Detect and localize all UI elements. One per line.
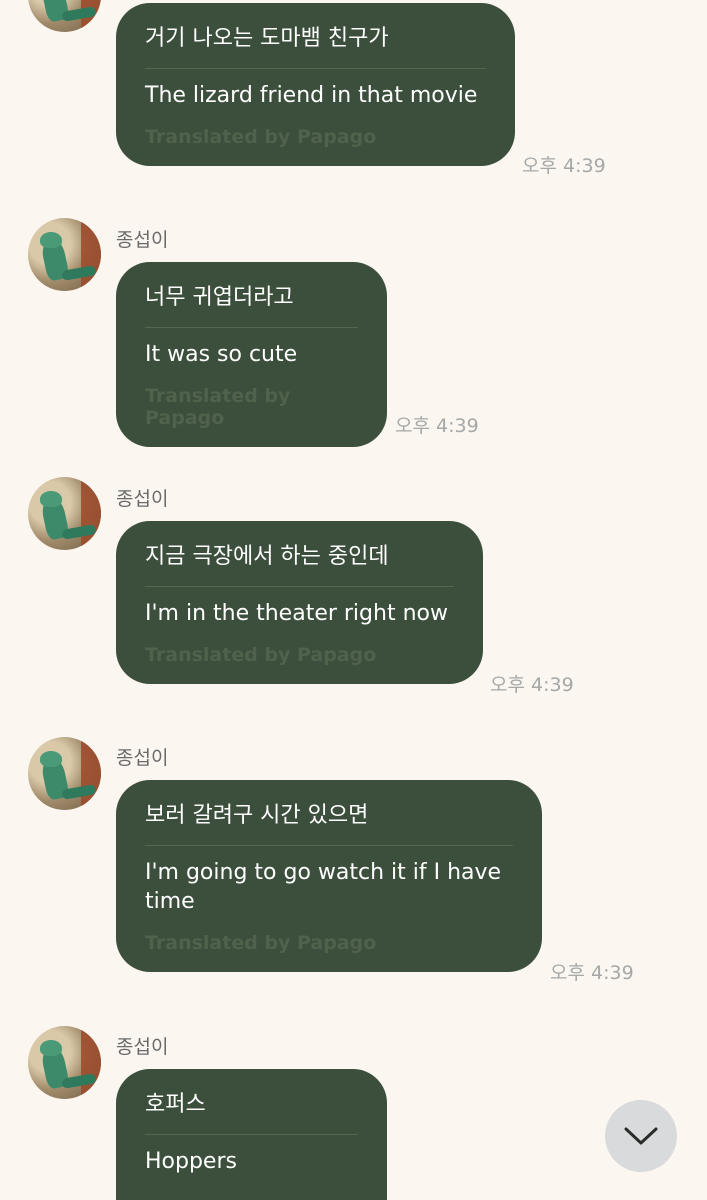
translated-text: Hoppers — [145, 1149, 237, 1174]
translation-credit: Translated by Papago — [145, 126, 377, 148]
translation-credit: Translated by Papago — [145, 385, 291, 429]
avatar[interactable] — [28, 737, 101, 810]
message-bubble[interactable]: 거기 나오는 도마뱀 친구가 The lizard friend in that… — [116, 3, 515, 166]
original-text: 보러 갈려구 시간 있으면 — [145, 803, 369, 828]
message-bubble[interactable]: 지금 극장에서 하는 중인데 I'm in the theater right … — [116, 521, 483, 684]
timestamp: 오후 4:39 — [550, 962, 634, 984]
avatar[interactable] — [28, 477, 101, 550]
sender-name: 종섭이 — [116, 488, 169, 510]
translated-text: The lizard friend in that movie — [145, 83, 478, 108]
sender-name: 종섭이 — [116, 1036, 169, 1058]
message-bubble[interactable]: 보러 갈려구 시간 있으면 I'm going to go watch it i… — [116, 780, 542, 972]
original-text: 호퍼스 — [145, 1092, 206, 1117]
chat-view[interactable]: 거기 나오는 도마뱀 친구가 The lizard friend in that… — [0, 0, 707, 1200]
original-text: 너무 귀엽더라고 — [145, 285, 294, 310]
translation-credit: Translated by Papago — [145, 932, 377, 954]
translated-text: I'm in the theater right now — [145, 601, 448, 626]
timestamp: 오후 4:39 — [522, 155, 606, 177]
sender-name: 종섭이 — [116, 229, 169, 251]
scroll-to-bottom-button[interactable] — [605, 1100, 677, 1172]
message-bubble[interactable]: 너무 귀엽더라고 It was so cute Translated by Pa… — [116, 262, 387, 447]
avatar[interactable] — [28, 1026, 101, 1099]
timestamp: 오후 4:39 — [490, 674, 574, 696]
bubble-divider — [145, 1134, 358, 1135]
original-text: 거기 나오는 도마뱀 친구가 — [145, 26, 389, 51]
timestamp: 오후 4:39 — [395, 415, 479, 437]
avatar[interactable] — [28, 218, 101, 291]
chevron-down-icon — [624, 1127, 658, 1145]
translation-credit: Translated by Papago — [145, 644, 377, 666]
translated-text: I'm going to go watch it if I have time — [145, 860, 502, 914]
original-text: 지금 극장에서 하는 중인데 — [145, 544, 389, 569]
bubble-divider — [145, 327, 358, 328]
sender-name: 종섭이 — [116, 747, 169, 769]
bubble-divider — [145, 845, 513, 846]
bubble-divider — [145, 68, 486, 69]
avatar[interactable] — [28, 0, 101, 32]
message-bubble[interactable]: 호퍼스 Hoppers — [116, 1069, 387, 1200]
bubble-divider — [145, 586, 454, 587]
translated-text: It was so cute — [145, 342, 298, 367]
